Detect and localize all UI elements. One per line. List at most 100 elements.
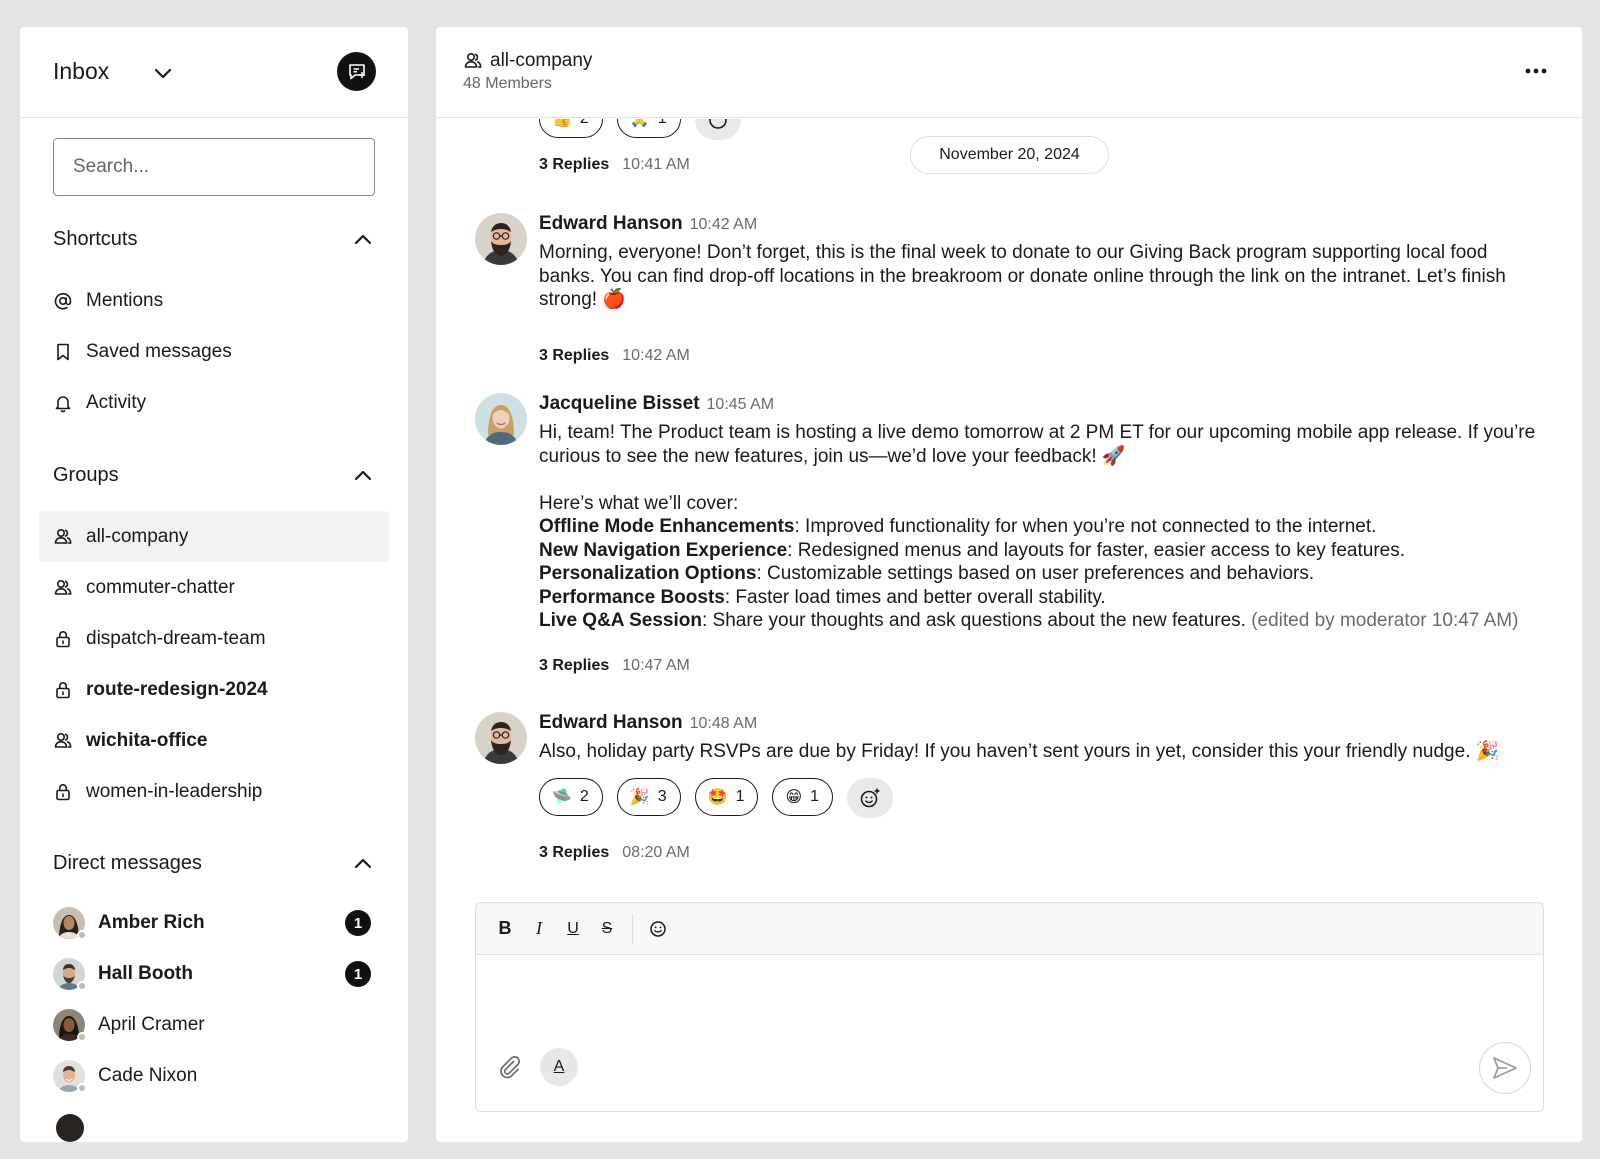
reaction-chip[interactable]: 🙏 1 — [616, 119, 681, 138]
dm-april-cramer[interactable]: April Cramer — [53, 1003, 371, 1047]
chevron-up-icon[interactable] — [351, 852, 375, 876]
message-input[interactable] — [476, 955, 1543, 1045]
reaction-count: 1 — [810, 788, 820, 805]
feature-title: Personalization Options — [539, 563, 757, 584]
avatar — [53, 1060, 87, 1093]
message: Edward Hanson 10:48 AM Also, holiday par… — [475, 712, 1555, 882]
thread-replies[interactable]: 3 Replies 10:41 AM — [539, 156, 690, 174]
add-reaction-button[interactable] — [694, 119, 741, 140]
group-wichita-office[interactable]: wichita-office — [39, 715, 389, 766]
shortcut-activity[interactable]: Activity — [39, 377, 389, 428]
message-meta: Edward Hanson 10:42 AM — [539, 213, 1539, 239]
chevron-down-icon[interactable] — [151, 61, 175, 85]
thread-replies[interactable]: 3 Replies 10:42 AM — [539, 347, 690, 365]
group-women-in-leadership[interactable]: women-in-leadership — [39, 766, 389, 817]
feature-desc: : Share your thoughts and ask questions … — [701, 610, 1246, 631]
group-dispatch-dream-team[interactable]: dispatch-dream-team — [39, 613, 389, 664]
group-label: commuter-chatter — [86, 576, 235, 598]
reaction-chip[interactable]: 🛸 2 — [539, 778, 603, 816]
message-body: Edward Hanson 10:42 AM Morning, everyone… — [539, 213, 1539, 312]
avatar[interactable] — [475, 393, 527, 445]
reaction-count: 1 — [735, 788, 745, 805]
message: Edward Hanson 10:42 AM Morning, everyone… — [475, 213, 1555, 373]
dm-hall-booth[interactable]: Hall Booth 1 — [53, 952, 371, 996]
inbox-title[interactable]: Inbox — [53, 58, 109, 85]
direct-messages-title: Direct messages — [53, 852, 202, 874]
group-label: wichita-office — [86, 729, 208, 751]
feature-item: Personalization Options: Customizable se… — [539, 562, 1539, 586]
feature-desc: : Customizable settings based on user pr… — [756, 563, 1315, 584]
reaction-chip[interactable]: 🎉 3 — [616, 778, 681, 816]
dm-name: Hall Booth — [98, 963, 193, 984]
group-icon — [53, 731, 73, 751]
message-author[interactable]: Edward Hanson — [539, 712, 683, 734]
replies-time: 10:47 AM — [622, 657, 690, 674]
emoji-button[interactable] — [645, 916, 671, 942]
avatar — [53, 958, 87, 991]
direct-messages-section-header[interactable]: Direct messages — [53, 849, 375, 879]
text-format-button[interactable]: A — [540, 1048, 578, 1086]
reaction-chip[interactable]: 👍 2 — [539, 119, 603, 138]
message-meta: Jacqueline Bisset 10:45 AM — [539, 393, 1539, 419]
send-button[interactable] — [1479, 1042, 1531, 1094]
underline-button[interactable]: U — [560, 916, 586, 942]
group-commuter-chatter[interactable]: commuter-chatter — [39, 562, 389, 613]
add-reaction-button[interactable] — [847, 778, 894, 818]
groups-section-header[interactable]: Groups — [53, 461, 375, 491]
dm-cade-nixon[interactable]: Cade Nixon — [53, 1054, 371, 1098]
more-options-icon[interactable] — [1522, 59, 1550, 83]
message-body: Edward Hanson 10:48 AM Also, holiday par… — [539, 712, 1539, 764]
presence-indicator — [77, 981, 87, 991]
message-author[interactable]: Jacqueline Bisset — [539, 393, 700, 415]
thread-replies[interactable]: 3 Replies 08:20 AM — [539, 844, 690, 862]
group-route-redesign-2024[interactable]: route-redesign-2024 — [39, 664, 389, 715]
reaction-chip[interactable]: 😁 1 — [772, 778, 834, 816]
strikethrough-button[interactable]: S — [594, 916, 620, 942]
bold-button[interactable]: B — [492, 916, 518, 942]
avatar[interactable] — [475, 213, 527, 265]
message-text: Also, holiday party RSVPs are due by Fri… — [539, 741, 1500, 762]
avatar[interactable] — [475, 712, 527, 764]
italic-button[interactable]: I — [526, 916, 552, 942]
sidebar: Inbox Shortcuts Mentions Saved messages … — [20, 27, 408, 1142]
chevron-up-icon[interactable] — [351, 228, 375, 252]
group-label: women-in-leadership — [86, 780, 263, 802]
new-message-button[interactable] — [337, 52, 376, 91]
group-label: dispatch-dream-team — [86, 627, 266, 649]
feature-item: New Navigation Experience: Redesigned me… — [539, 539, 1539, 563]
toolbar-divider — [632, 913, 633, 944]
shortcuts-title: Shortcuts — [53, 228, 138, 250]
shortcut-saved-messages[interactable]: Saved messages — [39, 326, 389, 377]
dm-name: April Cramer — [98, 1014, 205, 1035]
shortcut-mentions[interactable]: Mentions — [39, 275, 389, 326]
group-all-company[interactable]: all-company — [39, 511, 389, 562]
shortcut-label: Activity — [86, 391, 147, 413]
reaction-count: 3 — [657, 788, 667, 805]
reaction-emoji: 👍 — [552, 119, 572, 128]
reaction-chip[interactable]: 🤩 1 — [694, 778, 759, 816]
message-time: 10:42 AM — [689, 216, 758, 233]
search-input[interactable] — [53, 138, 375, 196]
format-label: A — [553, 1058, 565, 1075]
reaction-list: 👍 2 🙏 1 — [539, 119, 741, 140]
group-label: route-redesign-2024 — [86, 678, 268, 700]
feature-item: Performance Boosts: Faster load times an… — [539, 586, 1539, 610]
thread-replies[interactable]: 3 Replies 10:47 AM — [539, 657, 690, 675]
message: Jacqueline Bisset 10:45 AM Hi, team! The… — [475, 393, 1555, 683]
bookmark-icon — [53, 342, 73, 362]
at-icon — [53, 291, 73, 311]
unread-badge: 1 — [345, 910, 371, 936]
message-author[interactable]: Edward Hanson — [539, 213, 683, 235]
formatting-toolbar: B I U S — [476, 903, 1543, 955]
dm-amber-rich[interactable]: Amber Rich 1 — [53, 901, 371, 945]
message-feed[interactable]: 👍 2 🙏 1 3 Replies 10:41 AM November 20, … — [436, 119, 1582, 979]
shortcuts-section-header[interactable]: Shortcuts — [53, 225, 375, 255]
group-icon — [53, 578, 73, 598]
message-time: 10:45 AM — [706, 396, 775, 413]
message-time: 10:48 AM — [689, 715, 758, 732]
paperclip-icon[interactable] — [496, 1053, 522, 1079]
channel-member-count[interactable]: 48 Members — [463, 75, 552, 93]
channel-title[interactable]: all-company — [463, 50, 592, 72]
dm-name: Cade Nixon — [98, 1065, 198, 1086]
chevron-up-icon[interactable] — [351, 464, 375, 488]
